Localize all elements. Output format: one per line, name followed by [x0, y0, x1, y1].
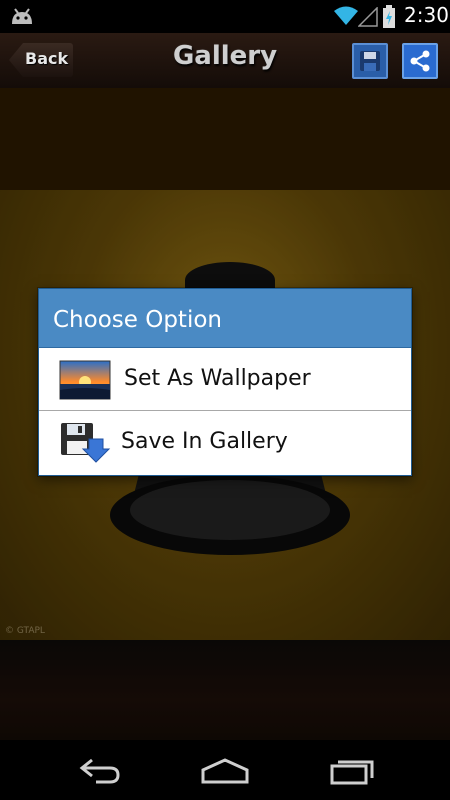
signal-icon [358, 7, 378, 27]
home-icon[interactable] [200, 756, 250, 786]
set-as-wallpaper-label: Set As Wallpaper [124, 366, 311, 391]
dialog-header: Choose Option [39, 289, 411, 348]
action-bar: Back Gallery [0, 33, 450, 88]
back-button[interactable]: Back [9, 43, 73, 77]
set-as-wallpaper-option[interactable]: Set As Wallpaper [39, 348, 411, 411]
navigation-bar [0, 740, 450, 800]
share-button[interactable] [402, 43, 438, 79]
page-title: Gallery [172, 41, 278, 71]
android-icon [12, 8, 32, 24]
status-clock: 2:30 [404, 3, 449, 27]
wallpaper-icon [59, 360, 111, 400]
status-bar: 2:30 [0, 0, 450, 33]
battery-charging-icon [383, 5, 395, 28]
save-in-gallery-label: Save In Gallery [121, 429, 288, 454]
save-icon [360, 51, 380, 71]
back-button-label: Back [25, 49, 69, 68]
save-button[interactable] [352, 43, 388, 79]
choose-option-dialog: Choose Option Set As Wallpaper Save In G… [38, 288, 412, 476]
wifi-icon [334, 6, 358, 25]
recent-apps-icon[interactable] [330, 756, 376, 786]
save-in-gallery-option[interactable]: Save In Gallery [39, 411, 411, 473]
screen: 2:30 Back Gallery © GTAPL Choose Option … [0, 0, 450, 800]
floppy-save-icon [61, 423, 111, 463]
dialog-title: Choose Option [53, 307, 222, 333]
back-icon[interactable] [78, 756, 122, 786]
share-icon [410, 50, 430, 72]
